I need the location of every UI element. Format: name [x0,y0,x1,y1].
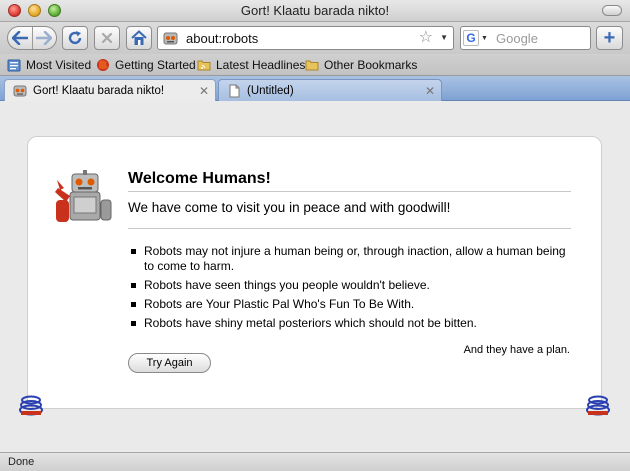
back-button[interactable] [8,27,32,49]
bookmark-label: Most Visited [26,58,92,72]
bookmark-label: Other Bookmarks [324,58,418,72]
robot-favicon-icon [163,32,178,45]
stop-icon [101,32,113,44]
bookmark-label: Getting Started [115,58,196,72]
spring-icon [586,395,610,416]
robots-card: Welcome Humans! We have come to visit yo… [27,136,602,409]
close-tab-icon[interactable]: ✕ [423,84,437,98]
search-placeholder: Google [496,31,538,46]
home-icon [131,30,147,45]
toolbar-toggle-button[interactable] [602,5,622,16]
new-tab-button[interactable]: + [596,26,623,50]
tab-title: (Untitled) [247,84,294,97]
plan-text: And they have a plan. [463,344,570,356]
robot-favicon-icon [13,85,27,96]
url-history-dropdown-icon[interactable]: ▼ [440,33,448,42]
back-arrow-icon [11,31,28,45]
reload-icon [68,31,82,45]
bookmark-latest-headlines[interactable]: Latest Headlines [197,57,305,73]
url-bar[interactable]: about:robots ☆ ▼ [157,26,454,50]
page-content: Welcome Humans! We have come to visit yo… [0,101,630,452]
bookmark-label: Latest Headlines [216,58,306,72]
zoom-window-button[interactable] [48,4,61,17]
bookmarks-icon [7,59,21,72]
chevron-down-icon: ▼ [481,34,488,42]
rss-folder-icon [197,60,211,71]
forward-arrow-icon [36,31,53,45]
robot-laws-list: Robots may not injure a human being or, … [128,244,568,335]
list-item: Robots have seen things you people would… [128,278,568,293]
minimize-window-button[interactable] [28,4,41,17]
window-title: Gort! Klaatu barada nikto! [240,3,390,18]
bookmark-most-visited[interactable]: Most Visited [7,57,91,73]
spring-icon [19,395,43,416]
bookmark-star-icon[interactable]: ☆ [419,30,433,46]
list-item: Robots may not injure a human being or, … [128,244,568,274]
list-item: Robots are Your Plastic Pal Who's Fun To… [128,297,568,312]
folder-icon [305,60,319,71]
stop-button[interactable] [94,26,120,50]
bookmarks-toolbar: Most Visited Getting Started Latest Head… [0,54,630,76]
navigation-toolbar: about:robots ☆ ▼ G ▼ Google + [0,22,630,54]
page-tagline: We have come to visit you in peace and w… [128,200,571,229]
firefox-icon [97,59,109,71]
bookmark-getting-started[interactable]: Getting Started [96,57,196,73]
back-forward-group [7,26,57,50]
status-bar: Done [0,452,630,471]
home-button[interactable] [126,26,152,50]
forward-button[interactable] [31,27,56,49]
google-icon: G [463,30,479,46]
plus-icon: + [603,27,616,49]
url-text: about:robots [186,31,259,46]
page-heading: Welcome Humans! [128,170,571,192]
close-window-button[interactable] [8,4,21,17]
status-text: Done [8,456,35,468]
tab-title: Gort! Klaatu barada nikto! [33,84,165,97]
tab-untitled[interactable]: (Untitled) ✕ [218,79,442,101]
robot-image [54,170,114,226]
window-titlebar: Gort! Klaatu barada nikto! [0,0,630,22]
search-bar[interactable]: G ▼ Google [460,26,591,50]
list-item: Robots have shiny metal posteriors which… [128,316,568,331]
close-tab-icon[interactable]: ✕ [197,84,211,98]
reload-button[interactable] [62,26,88,50]
search-engine-selector[interactable]: G ▼ [463,29,489,47]
bookmark-other-bookmarks[interactable]: Other Bookmarks [305,57,417,73]
tab-strip: Gort! Klaatu barada nikto! ✕ (Untitled) … [0,76,630,101]
try-again-button[interactable]: Try Again [128,353,211,373]
tab-robots[interactable]: Gort! Klaatu barada nikto! ✕ [4,79,216,101]
blank-page-icon [229,84,240,97]
